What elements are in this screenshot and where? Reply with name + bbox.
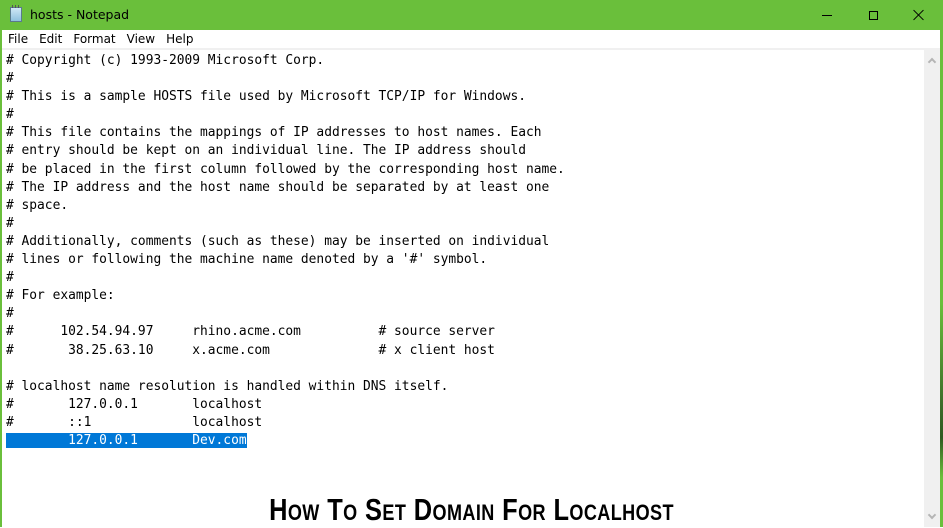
editor-line-text: # 38.25.63.10 x.acme.com # x client host [6,342,495,358]
chevron-down-icon [927,510,937,520]
editor-line[interactable]: # lines or following the machine name de… [6,251,565,269]
editor-line[interactable]: # This file contains the mappings of IP … [6,124,565,142]
editor-line[interactable]: # Copyright (c) 1993-2009 Microsoft Corp… [6,52,565,70]
editor-line-text: # [6,71,14,87]
window-client-area: File Edit Format View Help # Copyright (… [2,30,940,527]
close-button[interactable] [896,0,942,30]
editor-line[interactable]: # The IP address and the host name shoul… [6,179,565,197]
editor-line[interactable]: # 38.25.63.10 x.acme.com # x client host [6,342,565,360]
editor-line-text: 127.0.0.1 Dev.com [6,432,247,448]
editor-line[interactable]: # [6,269,565,287]
editor-line-text: # ::1 localhost [6,414,263,430]
notepad-window: hosts - Notepad File Edit Format View He… [0,0,943,527]
close-icon [913,9,925,21]
editor-line-text: # [6,107,14,123]
maximize-icon [868,10,878,20]
editor-line[interactable]: # [6,106,565,124]
editor-line-text: # lines or following the machine name de… [6,252,488,268]
editor-line-text: # This file contains the mappings of IP … [6,125,542,141]
menu-view[interactable]: View [121,30,160,48]
editor-line-text: # For example: [6,288,115,304]
editor-line-text: # Additionally, comments (such as these)… [6,233,550,249]
menu-edit[interactable]: Edit [33,30,67,48]
editor-line[interactable]: # entry should be kept on an individual … [6,142,565,160]
menu-help[interactable]: Help [160,30,198,48]
editor-line[interactable]: # [6,305,565,323]
text-editor[interactable]: # Copyright (c) 1993-2009 Microsoft Corp… [2,50,924,527]
editor-line-text: # be placed in the first column followed… [6,161,565,177]
editor-line-text: # entry should be kept on an individual … [6,143,526,159]
editor-line-text: # [6,270,14,286]
editor-line-text: # [6,306,14,322]
editor-line-text: # This is a sample HOSTS file used by Mi… [6,89,526,105]
scroll-down-button[interactable] [924,509,940,525]
editor-line[interactable]: # ::1 localhost [6,414,565,432]
vertical-scrollbar[interactable] [924,50,940,527]
maximize-button[interactable] [850,0,896,30]
menu-file[interactable]: File [2,30,33,48]
minimize-icon [822,14,832,16]
editor-line[interactable]: # This is a sample HOSTS file used by Mi… [6,88,565,106]
caption-title: How To Set Domain For Localhost [269,492,674,527]
notepad-icon[interactable] [10,5,22,22]
menu-bar: File Edit Format View Help [2,30,940,48]
editor-line-text: # 127.0.0.1 localhost [6,396,263,412]
minimize-button[interactable] [804,0,850,30]
editor-line-text: # localhost name resolution is handled w… [6,378,449,394]
editor-line-text: # The IP address and the host name shoul… [6,179,550,195]
editor-line[interactable]: # be placed in the first column followed… [6,161,565,179]
editor-line[interactable]: # [6,215,565,233]
title-bar[interactable]: hosts - Notepad [0,0,943,30]
editor-line[interactable]: # Additionally, comments (such as these)… [6,233,565,251]
editor-line[interactable]: # 127.0.0.1 localhost [6,396,565,414]
chevron-up-icon [927,57,937,67]
window-title: hosts - Notepad [30,7,130,22]
editor-line[interactable]: # 102.54.94.97 rhino.acme.com # source s… [6,323,565,341]
editor-line-text: # [6,215,14,231]
scroll-up-button[interactable] [924,52,940,68]
editor-line[interactable]: # localhost name resolution is handled w… [6,378,565,396]
editor-content[interactable]: # Copyright (c) 1993-2009 Microsoft Corp… [6,52,565,450]
editor-line-text: # space. [6,197,69,213]
editor-line[interactable]: # For example: [6,287,565,305]
editor-line-text: # Copyright (c) 1993-2009 Microsoft Corp… [6,53,325,68]
menu-format[interactable]: Format [67,30,120,48]
editor-line[interactable]: # space. [6,197,565,215]
editor-line[interactable] [6,360,565,378]
editor-line[interactable]: # [6,70,565,88]
editor-line-text: # 102.54.94.97 rhino.acme.com # source s… [6,324,495,340]
editor-line-selected[interactable]: 127.0.0.1 Dev.com [6,432,565,450]
